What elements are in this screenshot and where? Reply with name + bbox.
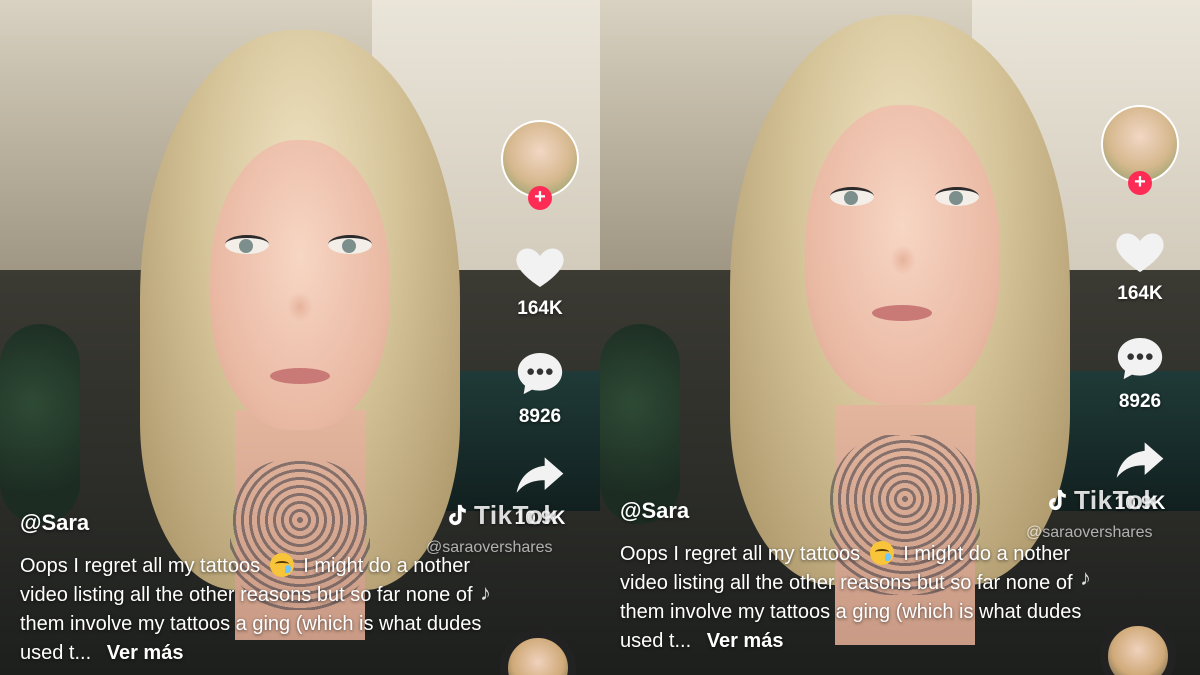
comment-count: 8926: [518, 406, 562, 427]
caption-text-start: Oops I regret all my tattoos: [20, 555, 261, 577]
mouth: [270, 368, 330, 384]
face-holding-back-tears-icon: [869, 541, 894, 565]
like-count: 164K: [1117, 283, 1163, 304]
watermark-logo: TikTok: [446, 500, 558, 531]
comment-bubble-icon[interactable]: [510, 346, 570, 402]
caption: Oops I regret all my tattoos I might do …: [20, 552, 490, 668]
action-rail: + 164K 8926 10.9K: [1100, 105, 1180, 515]
tiktok-logo-icon: [449, 504, 466, 526]
face: [210, 140, 390, 430]
caption: Oops I regret all my tattoos I might do …: [620, 540, 1090, 656]
watermark-brand: TikTok: [1074, 485, 1159, 515]
share-arrow-icon[interactable]: [1110, 433, 1170, 489]
plant: [600, 324, 680, 524]
caption-text-start: Oops I regret all my tattoos: [620, 543, 861, 565]
face-holding-back-tears-icon: [269, 553, 294, 577]
username[interactable]: @Sara: [620, 498, 689, 524]
tiktok-watermark: TikTok @saraovershares: [426, 500, 558, 557]
action-rail: + 164K 8926 10.9K: [500, 120, 580, 530]
video-comparison: + 164K 8926 10.9K TikTok @saraovershares: [0, 0, 1200, 675]
tiktok-watermark: TikTok @saraovershares: [1026, 485, 1158, 542]
music-note-icon: ♪: [1080, 565, 1091, 590]
follow-plus-icon[interactable]: +: [528, 186, 552, 210]
music-note-icon: ♪: [480, 580, 491, 605]
username[interactable]: @Sara: [20, 510, 89, 536]
watermark-logo: TikTok: [1046, 485, 1158, 516]
mouth: [872, 305, 932, 321]
plant: [0, 324, 80, 524]
right-eye: [935, 187, 979, 206]
watermark-brand: TikTok: [474, 500, 559, 530]
nose: [287, 292, 313, 322]
video-frame-left[interactable]: + 164K 8926 10.9K TikTok @saraovershares: [0, 0, 600, 675]
like-count: 164K: [517, 298, 563, 319]
see-more-link[interactable]: Ver más: [707, 630, 784, 652]
comment-count: 8926: [1118, 391, 1162, 412]
left-eye: [830, 187, 874, 206]
tiktok-logo-icon: [1049, 489, 1066, 511]
nose: [890, 245, 916, 275]
share-arrow-icon[interactable]: [510, 448, 570, 504]
left-eye: [225, 235, 269, 254]
heart-icon[interactable]: [510, 238, 570, 294]
video-frame-right[interactable]: + 164K 8926 10.9K TikTok @saraovershares: [600, 0, 1200, 675]
follow-plus-icon[interactable]: +: [1128, 171, 1152, 195]
comment-bubble-icon[interactable]: [1110, 331, 1170, 387]
heart-icon[interactable]: [1110, 223, 1170, 279]
right-eye: [328, 235, 372, 254]
see-more-link[interactable]: Ver más: [107, 642, 184, 664]
